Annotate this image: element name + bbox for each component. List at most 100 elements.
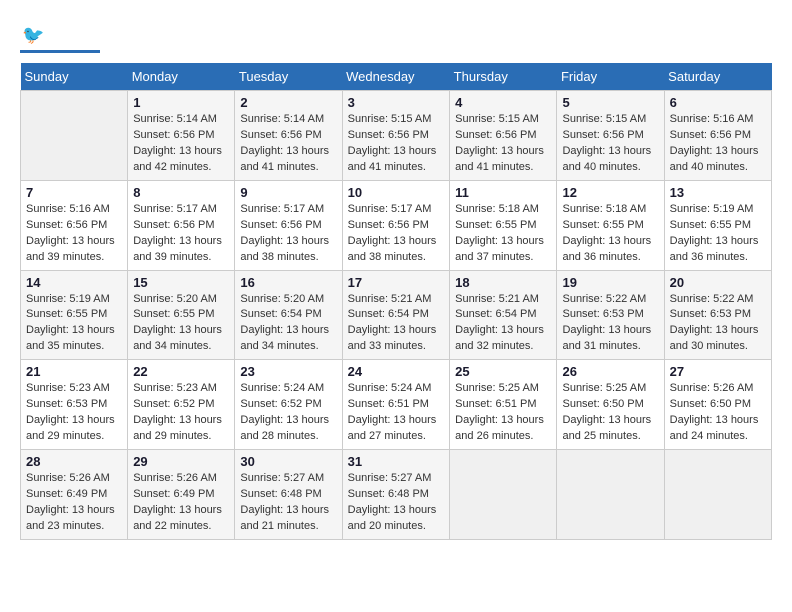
calendar-cell (664, 450, 771, 540)
calendar-cell: 26 Sunrise: 5:25 AMSunset: 6:50 PMDayligh… (557, 360, 664, 450)
day-info: Sunrise: 5:17 AMSunset: 6:56 PMDaylight:… (133, 202, 229, 266)
day-number: 13 (670, 185, 766, 200)
day-number: 22 (133, 364, 229, 379)
day-info: Sunrise: 5:19 AMSunset: 6:55 PMDaylight:… (670, 202, 766, 266)
calendar-cell: 24 Sunrise: 5:24 AMSunset: 6:51 PMDayligh… (342, 360, 450, 450)
day-info: Sunrise: 5:27 AMSunset: 6:48 PMDaylight:… (348, 471, 445, 535)
day-number: 18 (455, 275, 551, 290)
day-info: Sunrise: 5:21 AMSunset: 6:54 PMDaylight:… (455, 292, 551, 356)
day-info: Sunrise: 5:17 AMSunset: 6:56 PMDaylight:… (348, 202, 445, 266)
weekday-header-thursday: Thursday (450, 63, 557, 91)
day-info: Sunrise: 5:24 AMSunset: 6:52 PMDaylight:… (240, 381, 336, 445)
calendar-cell: 3Sunrise: 5:15 AMSunset: 6:56 PMDaylight… (342, 91, 450, 181)
day-info: Sunrise: 5:25 AMSunset: 6:51 PMDaylight:… (455, 381, 551, 445)
day-info: Sunrise: 5:18 AMSunset: 6:55 PMDaylight:… (455, 202, 551, 266)
calendar-cell: 6 Sunrise: 5:16 AMSunset: 6:56 PMDaylight… (664, 91, 771, 181)
day-number: 10 (348, 185, 445, 200)
logo-bird-icon: 🐦 (22, 25, 44, 45)
calendar-cell: 12Sunrise: 5:18 AMSunset: 6:55 PMDayligh… (557, 180, 664, 270)
calendar-week-5: 28 Sunrise: 5:26 AMSunset: 6:49 PMDayligh… (21, 450, 772, 540)
calendar-table: SundayMondayTuesdayWednesdayThursdayFrid… (20, 63, 772, 540)
calendar-cell: 4 Sunrise: 5:15 AMSunset: 6:56 PMDaylight… (450, 91, 557, 181)
day-info: Sunrise: 5:16 AMSunset: 6:56 PMDaylight:… (670, 112, 766, 176)
day-number: 30 (240, 454, 336, 469)
weekday-header-wednesday: Wednesday (342, 63, 450, 91)
calendar-cell: 15 Sunrise: 5:20 AMSunset: 6:55 PMDayligh… (128, 270, 235, 360)
calendar-week-2: 7Sunrise: 5:16 AMSunset: 6:56 PMDaylight… (21, 180, 772, 270)
day-number: 28 (26, 454, 122, 469)
day-info: Sunrise: 5:21 AMSunset: 6:54 PMDaylight:… (348, 292, 445, 356)
weekday-header-monday: Monday (128, 63, 235, 91)
day-info: Sunrise: 5:15 AMSunset: 6:56 PMDaylight:… (455, 112, 551, 176)
day-info: Sunrise: 5:27 AMSunset: 6:48 PMDaylight:… (240, 471, 336, 535)
calendar-cell (557, 450, 664, 540)
calendar-cell: 18 Sunrise: 5:21 AMSunset: 6:54 PMDayligh… (450, 270, 557, 360)
day-info: Sunrise: 5:23 AMSunset: 6:52 PMDaylight:… (133, 381, 229, 445)
day-number: 8 (133, 185, 229, 200)
calendar-cell: 11 Sunrise: 5:18 AMSunset: 6:55 PMDayligh… (450, 180, 557, 270)
calendar-cell: 21 Sunrise: 5:23 AMSunset: 6:53 PMDayligh… (21, 360, 128, 450)
page-header: 🐦 (20, 20, 772, 53)
day-number: 14 (26, 275, 122, 290)
day-info: Sunrise: 5:20 AMSunset: 6:55 PMDaylight:… (133, 292, 229, 356)
day-number: 17 (348, 275, 445, 290)
calendar-cell: 5 Sunrise: 5:15 AMSunset: 6:56 PMDaylight… (557, 91, 664, 181)
day-number: 4 (455, 95, 551, 110)
day-number: 29 (133, 454, 229, 469)
weekday-header-sunday: Sunday (21, 63, 128, 91)
day-number: 21 (26, 364, 122, 379)
day-number: 1 (133, 95, 229, 110)
day-number: 6 (670, 95, 766, 110)
calendar-cell: 7Sunrise: 5:16 AMSunset: 6:56 PMDaylight… (21, 180, 128, 270)
calendar-cell: 31 Sunrise: 5:27 AMSunset: 6:48 PMDayligh… (342, 450, 450, 540)
calendar-cell: 22 Sunrise: 5:23 AMSunset: 6:52 PMDayligh… (128, 360, 235, 450)
calendar-cell: 9 Sunrise: 5:17 AMSunset: 6:56 PMDaylight… (235, 180, 342, 270)
day-info: Sunrise: 5:18 AMSunset: 6:55 PMDaylight:… (562, 202, 658, 266)
day-number: 3 (348, 95, 445, 110)
calendar-week-3: 14Sunrise: 5:19 AMSunset: 6:55 PMDayligh… (21, 270, 772, 360)
day-number: 9 (240, 185, 336, 200)
calendar-cell (450, 450, 557, 540)
day-info: Sunrise: 5:23 AMSunset: 6:53 PMDaylight:… (26, 381, 122, 445)
day-info: Sunrise: 5:16 AMSunset: 6:56 PMDaylight:… (26, 202, 122, 266)
calendar-cell: 1 Sunrise: 5:14 AMSunset: 6:56 PMDaylight… (128, 91, 235, 181)
day-number: 26 (562, 364, 658, 379)
calendar-cell: 8 Sunrise: 5:17 AMSunset: 6:56 PMDaylight… (128, 180, 235, 270)
calendar-cell: 10 Sunrise: 5:17 AMSunset: 6:56 PMDayligh… (342, 180, 450, 270)
day-number: 23 (240, 364, 336, 379)
day-number: 27 (670, 364, 766, 379)
day-info: Sunrise: 5:26 AMSunset: 6:49 PMDaylight:… (26, 471, 122, 535)
day-number: 11 (455, 185, 551, 200)
calendar-cell: 30 Sunrise: 5:27 AMSunset: 6:48 PMDayligh… (235, 450, 342, 540)
calendar-week-4: 21 Sunrise: 5:23 AMSunset: 6:53 PMDayligh… (21, 360, 772, 450)
day-number: 15 (133, 275, 229, 290)
day-number: 19 (562, 275, 658, 290)
day-info: Sunrise: 5:17 AMSunset: 6:56 PMDaylight:… (240, 202, 336, 266)
day-number: 31 (348, 454, 445, 469)
calendar-cell: 27 Sunrise: 5:26 AMSunset: 6:50 PMDayligh… (664, 360, 771, 450)
calendar-week-1: 1 Sunrise: 5:14 AMSunset: 6:56 PMDaylight… (21, 91, 772, 181)
calendar-cell (21, 91, 128, 181)
calendar-cell: 13 Sunrise: 5:19 AMSunset: 6:55 PMDayligh… (664, 180, 771, 270)
calendar-cell: 29 Sunrise: 5:26 AMSunset: 6:49 PMDayligh… (128, 450, 235, 540)
calendar-cell: 23 Sunrise: 5:24 AMSunset: 6:52 PMDayligh… (235, 360, 342, 450)
day-info: Sunrise: 5:15 AMSunset: 6:56 PMDaylight:… (562, 112, 658, 176)
calendar-cell: 14Sunrise: 5:19 AMSunset: 6:55 PMDayligh… (21, 270, 128, 360)
calendar-cell: 2 Sunrise: 5:14 AMSunset: 6:56 PMDaylight… (235, 91, 342, 181)
day-info: Sunrise: 5:14 AMSunset: 6:56 PMDaylight:… (133, 112, 229, 176)
day-info: Sunrise: 5:26 AMSunset: 6:50 PMDaylight:… (670, 381, 766, 445)
day-info: Sunrise: 5:26 AMSunset: 6:49 PMDaylight:… (133, 471, 229, 535)
day-number: 24 (348, 364, 445, 379)
day-number: 5 (562, 95, 658, 110)
calendar-cell: 17 Sunrise: 5:21 AMSunset: 6:54 PMDayligh… (342, 270, 450, 360)
day-info: Sunrise: 5:25 AMSunset: 6:50 PMDaylight:… (562, 381, 658, 445)
weekday-header-row: SundayMondayTuesdayWednesdayThursdayFrid… (21, 63, 772, 91)
weekday-header-friday: Friday (557, 63, 664, 91)
calendar-cell: 19 Sunrise: 5:22 AMSunset: 6:53 PMDayligh… (557, 270, 664, 360)
day-number: 25 (455, 364, 551, 379)
day-info: Sunrise: 5:22 AMSunset: 6:53 PMDaylight:… (562, 292, 658, 356)
calendar-cell: 20Sunrise: 5:22 AMSunset: 6:53 PMDayligh… (664, 270, 771, 360)
day-number: 2 (240, 95, 336, 110)
day-info: Sunrise: 5:24 AMSunset: 6:51 PMDaylight:… (348, 381, 445, 445)
day-info: Sunrise: 5:14 AMSunset: 6:56 PMDaylight:… (240, 112, 336, 176)
